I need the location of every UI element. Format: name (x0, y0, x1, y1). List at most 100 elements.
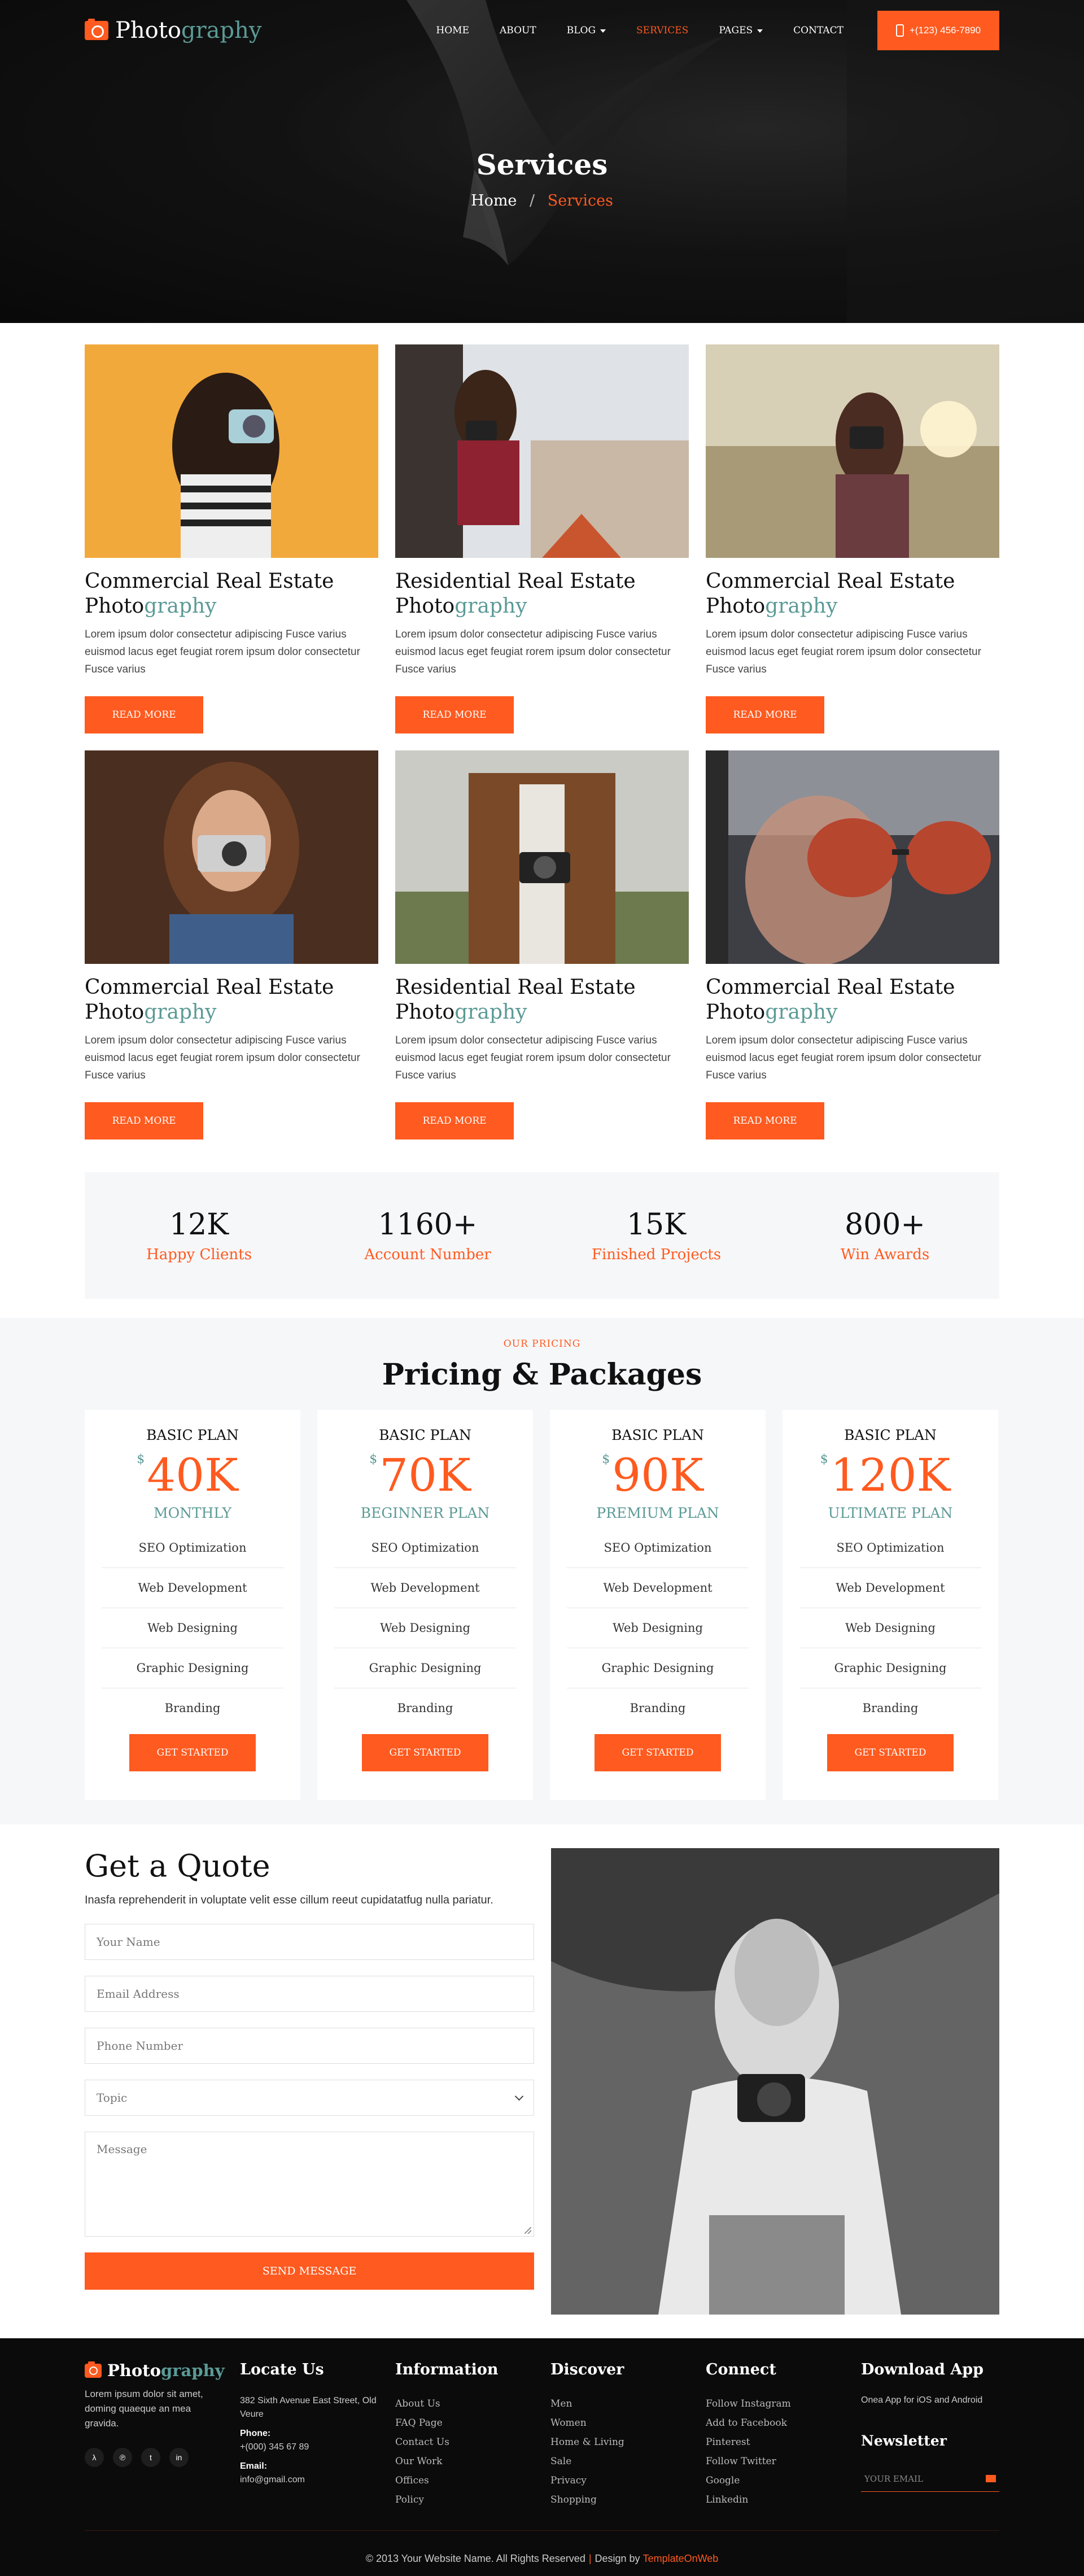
read-more-button[interactable]: READ MORE (706, 1102, 824, 1139)
footer-about-text: Lorem ipsum dolor sit amet, doming quaeq… (85, 2389, 203, 2429)
service-title: Commercial Real Estate (85, 976, 334, 999)
plan-feature: SEO Optimization (334, 1528, 516, 1568)
stat-label: Account Number (364, 1246, 491, 1263)
rss-icon[interactable]: λ (85, 2448, 104, 2467)
message-field[interactable]: Message (85, 2132, 534, 2237)
designer-link[interactable]: TemplateOnWeb (643, 2553, 719, 2565)
phone-button[interactable]: +(123) 456-7890 (877, 11, 999, 50)
footer-link[interactable]: Add to Facebook (706, 2413, 861, 2433)
send-message-button[interactable]: SEND MESSAGE (85, 2252, 534, 2290)
name-field[interactable]: Your Name (85, 1924, 534, 1960)
pricing-section: OUR PRICING Pricing & Packages BASIC PLA… (0, 1318, 1084, 1824)
plan-tier: ULTIMATE PLAN (828, 1505, 953, 1521)
footer-link[interactable]: Sale (550, 2452, 706, 2471)
stat-item: 1160+ Account Number (313, 1208, 542, 1263)
mobile-phone-icon (895, 24, 904, 37)
topic-select[interactable]: Topic (85, 2080, 534, 2116)
service-image[interactable] (85, 750, 378, 964)
footer-link[interactable]: Policy (395, 2490, 550, 2509)
pinterest-icon[interactable]: ℗ (113, 2448, 132, 2467)
service-card: Commercial Real Estate Photography Lorem … (85, 750, 378, 1139)
pricing-plans: BASIC PLAN $40K MONTHLY SEO Optimization… (85, 1410, 999, 1800)
footer-link[interactable]: Follow Twitter (706, 2452, 861, 2471)
get-started-button[interactable]: GET STARTED (362, 1734, 488, 1771)
footer-link[interactable]: Home & Living (550, 2433, 706, 2452)
phone-field[interactable]: Phone Number (85, 2028, 534, 2064)
site-logo[interactable]: Photography (85, 18, 261, 43)
linkedin-icon[interactable]: in (169, 2448, 189, 2467)
twitter-icon[interactable]: t (141, 2448, 160, 2467)
service-image[interactable] (395, 344, 689, 558)
footer-app: Download App Onea App for iOS and Androi… (861, 2361, 999, 2509)
get-started-button[interactable]: GET STARTED (827, 1734, 954, 1771)
footer-link[interactable]: Contact Us (395, 2433, 550, 2452)
plan-feature: SEO Optimization (799, 1528, 981, 1568)
footer-link[interactable]: Men (550, 2394, 706, 2413)
plan-feature: SEO Optimization (102, 1528, 283, 1568)
service-image[interactable] (85, 344, 378, 558)
plan-feature: Web Development (567, 1568, 749, 1608)
email-field[interactable]: Email Address (85, 1976, 534, 2012)
footer-logo[interactable]: Photography (85, 2361, 240, 2380)
footer-link[interactable]: Women (550, 2413, 706, 2433)
footer-link[interactable]: Offices (395, 2471, 550, 2490)
service-image[interactable] (706, 344, 999, 558)
footer-phone[interactable]: +(000) 345 67 89 (240, 2442, 309, 2452)
plan-features: SEO Optimization Web Development Web Des… (102, 1528, 283, 1728)
caret-down-icon (600, 29, 606, 33)
stat-number: 1160+ (378, 1208, 478, 1242)
quote-intro: Inasfa reprehenderit in voluptate velit … (85, 1894, 493, 1906)
read-more-button[interactable]: READ MORE (395, 696, 514, 733)
footer-heading: Download App (861, 2361, 984, 2378)
get-started-button[interactable]: GET STARTED (595, 1734, 721, 1771)
footer-link[interactable]: Pinterest (706, 2433, 861, 2452)
service-image[interactable] (395, 750, 689, 964)
read-more-button[interactable]: READ MORE (85, 696, 203, 733)
get-started-button[interactable]: GET STARTED (129, 1734, 256, 1771)
nav-about[interactable]: ABOUT (500, 25, 536, 36)
service-card: Commercial Real Estate Photography Lorem … (85, 344, 378, 733)
plan-feature: Web Designing (799, 1608, 981, 1648)
plan-feature: Branding (630, 1701, 686, 1715)
plan-feature: Web Development (102, 1568, 283, 1608)
newsletter-email-input[interactable]: YOUR EMAIL (861, 2466, 999, 2492)
service-description: Lorem ipsum dolor consectetur adipiscing… (706, 1034, 981, 1081)
pricing-card: BASIC PLAN $40K MONTHLY SEO Optimization… (85, 1410, 300, 1800)
footer-link[interactable]: FAQ Page (395, 2413, 550, 2433)
footer-email[interactable]: info@gmail.com (240, 2475, 305, 2485)
nav-home[interactable]: HOME (436, 25, 469, 36)
nav-services[interactable]: SERVICES (636, 25, 688, 36)
footer-heading: Discover (550, 2361, 624, 2378)
plan-feature: Graphic Designing (799, 1648, 981, 1688)
app-text[interactable]: Onea App for iOS and Android (861, 2395, 999, 2405)
envelope-icon[interactable] (986, 2475, 996, 2482)
resize-handle-icon[interactable] (524, 2227, 531, 2234)
hero-banner: Photography HOME ABOUT BLOG SERVICES PAG… (0, 0, 1084, 323)
camera-icon (85, 19, 108, 40)
plan-features: SEO Optimization Web Development Web Des… (799, 1528, 981, 1728)
footer-link[interactable]: Shopping (550, 2490, 706, 2509)
footer-link[interactable]: Our Work (395, 2452, 550, 2471)
plan-features: SEO Optimization Web Development Web Des… (567, 1528, 749, 1728)
read-more-button[interactable]: READ MORE (706, 696, 824, 733)
service-image[interactable] (706, 750, 999, 964)
footer-link[interactable]: About Us (395, 2394, 550, 2413)
main-menu: HOME ABOUT BLOG SERVICES PAGES CONTACT (436, 25, 843, 36)
footer-link[interactable]: Follow Instagram (706, 2394, 861, 2413)
nav-contact[interactable]: CONTACT (793, 25, 843, 36)
service-description: Lorem ipsum dolor consectetur adipiscing… (395, 628, 671, 675)
footer-link[interactable]: Linkedin (706, 2490, 861, 2509)
service-description: Lorem ipsum dolor consectetur adipiscing… (395, 1034, 671, 1081)
footer-address: 382 Sixth Avenue East Street, Old Veure (240, 2396, 377, 2419)
breadcrumb-home[interactable]: Home (471, 192, 517, 209)
read-more-button[interactable]: READ MORE (85, 1102, 203, 1139)
nav-blog[interactable]: BLOG (567, 25, 606, 36)
service-title: Residential Real Estate (395, 570, 636, 593)
footer-connect: Connect Follow Instagram Add to Facebook… (706, 2361, 861, 2509)
footer-link[interactable]: Google (706, 2471, 861, 2490)
nav-pages[interactable]: PAGES (719, 25, 763, 36)
quote-title: Get a Quote (85, 1848, 270, 1884)
read-more-button[interactable]: READ MORE (395, 1102, 514, 1139)
service-title: Commercial Real Estate (706, 570, 955, 593)
footer-link[interactable]: Privacy (550, 2471, 706, 2490)
